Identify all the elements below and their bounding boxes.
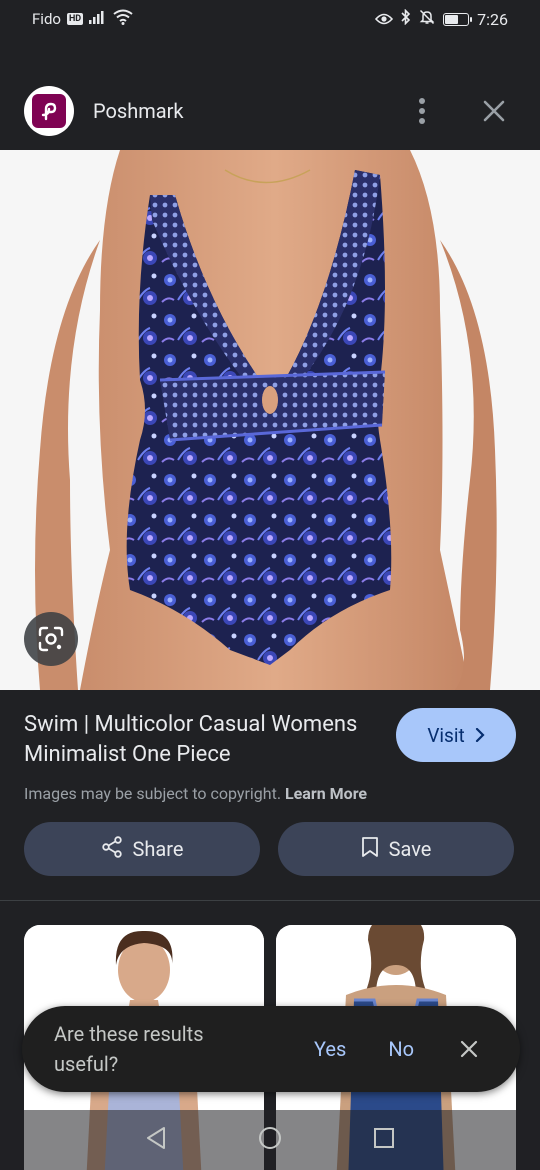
feedback-no-button[interactable]: No <box>388 1037 414 1061</box>
poshmark-logo-icon <box>24 86 74 136</box>
feedback-question: Are these results useful? <box>54 1022 204 1076</box>
visit-button[interactable]: Visit <box>396 708 516 762</box>
share-icon <box>101 835 123 863</box>
feedback-yes-button[interactable]: Yes <box>314 1037 346 1061</box>
save-button[interactable]: Save <box>278 822 514 876</box>
divider <box>0 900 540 901</box>
signal-icon <box>89 10 107 28</box>
close-icon[interactable] <box>472 89 516 133</box>
status-right: 7:26 <box>375 8 508 29</box>
chevron-right-icon <box>475 724 485 747</box>
save-label: Save <box>388 837 432 861</box>
copyright-text: Images may be subject to copyright. <box>24 784 282 803</box>
action-row: Share Save <box>24 822 514 876</box>
result-info: Swim | Multicolor Casual Womens Minimali… <box>0 690 540 900</box>
product-image[interactable] <box>0 150 540 690</box>
visit-label: Visit <box>427 723 465 747</box>
battery-icon <box>443 12 473 26</box>
source-header: Poshmark <box>0 72 540 150</box>
site-name[interactable]: Poshmark <box>93 99 400 123</box>
hd-badge: HD <box>66 13 84 25</box>
clock: 7:26 <box>477 9 508 29</box>
result-title[interactable]: Swim | Multicolor Casual Womens Minimali… <box>24 710 384 770</box>
home-icon[interactable] <box>258 1126 282 1154</box>
share-button[interactable]: Share <box>24 822 260 876</box>
recents-icon[interactable] <box>373 1127 395 1153</box>
share-label: Share <box>132 837 184 861</box>
more-vert-icon[interactable] <box>400 89 444 133</box>
back-icon[interactable] <box>145 1126 167 1154</box>
product-photo-swimsuit <box>0 150 540 690</box>
mute-icon <box>419 9 435 29</box>
bookmark-icon <box>361 836 379 863</box>
copyright-notice: Images may be subject to copyright. Lear… <box>24 784 516 803</box>
system-nav-bar <box>0 1110 540 1170</box>
wifi-icon <box>113 9 133 29</box>
close-icon[interactable] <box>460 1040 478 1058</box>
eye-icon <box>375 10 394 29</box>
google-lens-icon[interactable] <box>24 612 78 666</box>
status-left: Fido HD <box>32 9 133 29</box>
status-bar: Fido HD 7:26 <box>0 0 540 38</box>
bluetooth-icon <box>401 8 411 29</box>
feedback-toast: Are these results useful? Yes No <box>22 1006 520 1092</box>
learn-more-link[interactable]: Learn More <box>285 784 367 803</box>
carrier-label: Fido <box>32 10 61 28</box>
